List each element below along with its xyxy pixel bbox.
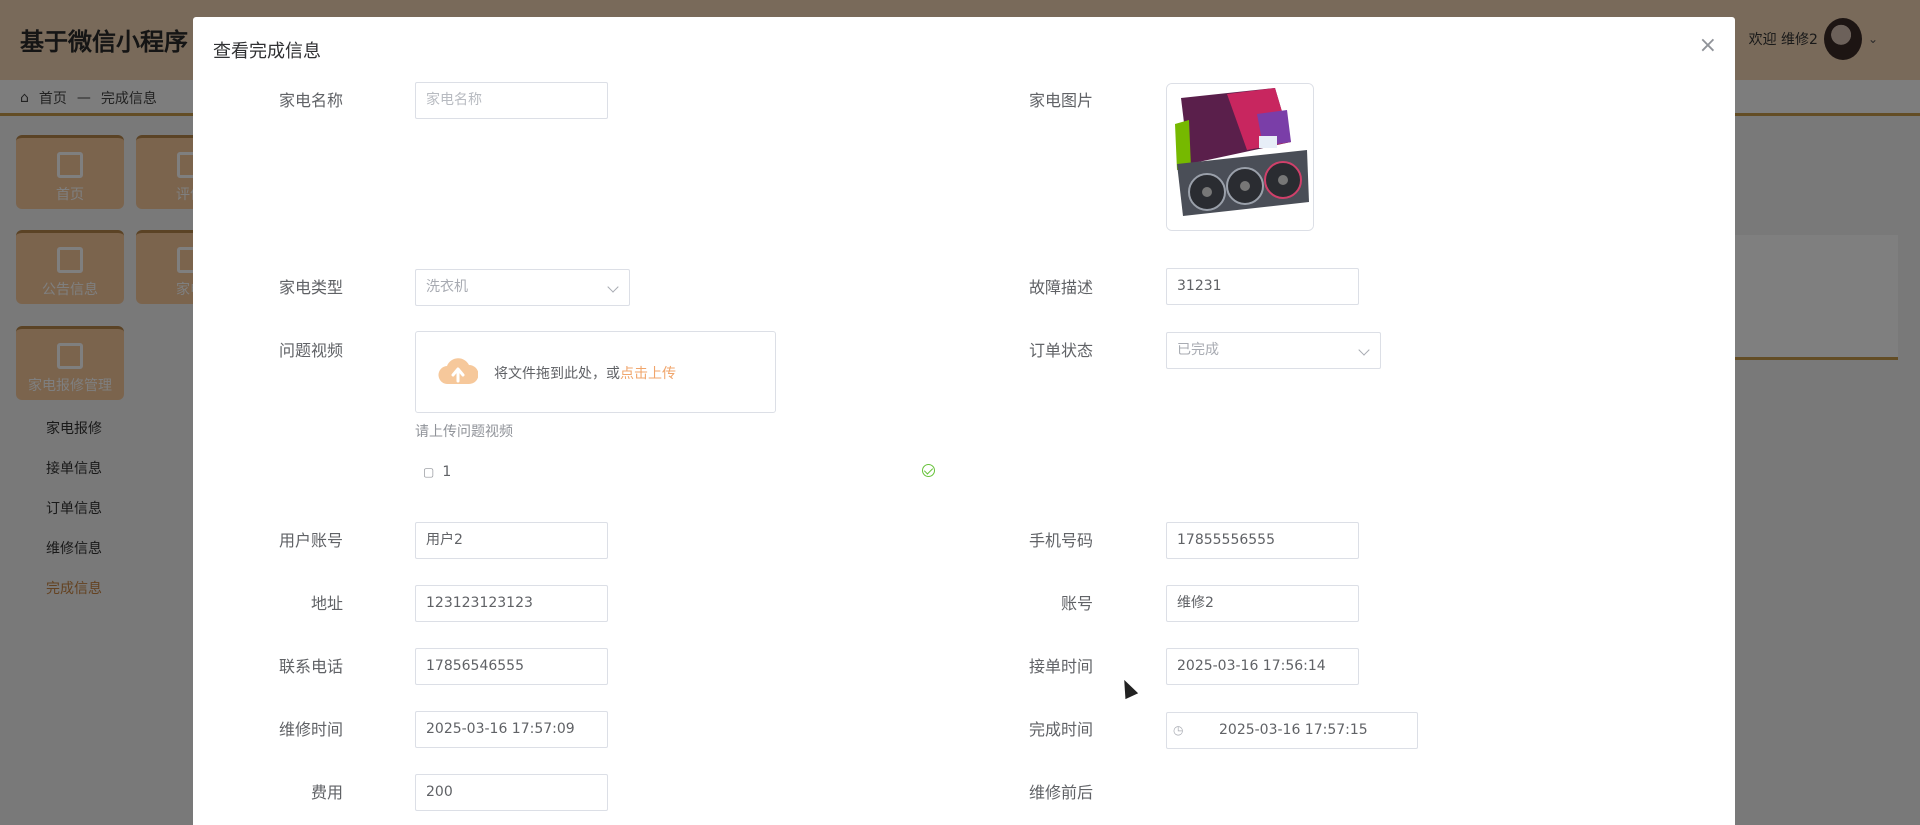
appliance-name-label: 家电名称 [278, 91, 343, 110]
appliance-image[interactable] [1166, 83, 1314, 231]
finish-time-label: 完成时间 [1028, 720, 1093, 739]
graphics-card-image [1167, 84, 1313, 230]
order-status-label: 订单状态 [1028, 341, 1093, 360]
address-label: 地址 [310, 594, 343, 613]
fault-desc-label: 故障描述 [1028, 278, 1093, 297]
upload-text: 将文件拖到此处，或点击上传 [494, 363, 676, 383]
close-icon[interactable]: × [1699, 35, 1717, 57]
upload-tip: 请上传问题视频 [415, 424, 513, 440]
user-account-label: 用户账号 [278, 531, 343, 550]
accept-time-label: 接单时间 [1028, 657, 1093, 676]
clock-icon: ◷ [1173, 723, 1184, 737]
appliance-name-input[interactable]: 家电名称 [415, 82, 608, 119]
phone-input[interactable]: 17855556555 [1166, 522, 1359, 559]
file-name: 1 [442, 464, 452, 480]
cloud-upload-icon [438, 358, 478, 385]
phone-label: 手机号码 [1028, 531, 1093, 550]
repair-time-input[interactable]: 2025-03-16 17:57:09 [415, 711, 608, 748]
cost-label: 费用 [310, 783, 343, 802]
address-input[interactable]: 123123123123 [415, 585, 608, 622]
repair-time-label: 维修时间 [278, 720, 343, 739]
appliance-type-select[interactable]: 洗衣机 [415, 269, 630, 306]
user-account-input[interactable]: 用户2 [415, 522, 608, 559]
appliance-image-label: 家电图片 [1028, 91, 1093, 110]
check-circle-icon [922, 464, 935, 477]
contact-phone-label: 联系电话 [278, 657, 343, 676]
finish-time-value: 2025-03-16 17:57:15 [1219, 722, 1368, 738]
view-dialog: 查看完成信息 × 家电名称 家电名称 家电图片 家电类型 洗衣机 故障描述 31… [193, 17, 1735, 825]
chevron-down-icon [607, 281, 619, 293]
account-input[interactable]: 维修2 [1166, 585, 1359, 622]
video-upload-dropzone[interactable]: 将文件拖到此处，或点击上传 [415, 331, 776, 413]
appliance-type-value: 洗衣机 [426, 279, 468, 295]
accept-time-input[interactable]: 2025-03-16 17:56:14 [1166, 648, 1359, 685]
dialog-title: 查看完成信息 [213, 41, 321, 62]
upload-link[interactable]: 点击上传 [620, 366, 676, 382]
finish-time-picker[interactable]: ◷ 2025-03-16 17:57:15 [1166, 712, 1418, 749]
document-icon: ▢ [423, 465, 435, 479]
account-label: 账号 [1060, 594, 1093, 613]
chevron-down-icon [1358, 344, 1370, 356]
appliance-type-label: 家电类型 [278, 278, 343, 297]
problem-video-label: 问题视频 [278, 341, 343, 360]
before-repair-label: 维修前后 [1028, 783, 1093, 802]
order-status-select[interactable]: 已完成 [1166, 332, 1381, 369]
order-status-value: 已完成 [1177, 342, 1219, 358]
cost-input[interactable]: 200 [415, 774, 608, 811]
uploaded-file-item[interactable]: ▢ 1 [423, 462, 935, 482]
fault-desc-input[interactable]: 31231 [1166, 268, 1359, 305]
upload-hint: 将文件拖到此处，或 [494, 366, 620, 382]
contact-phone-input[interactable]: 17856546555 [415, 648, 608, 685]
